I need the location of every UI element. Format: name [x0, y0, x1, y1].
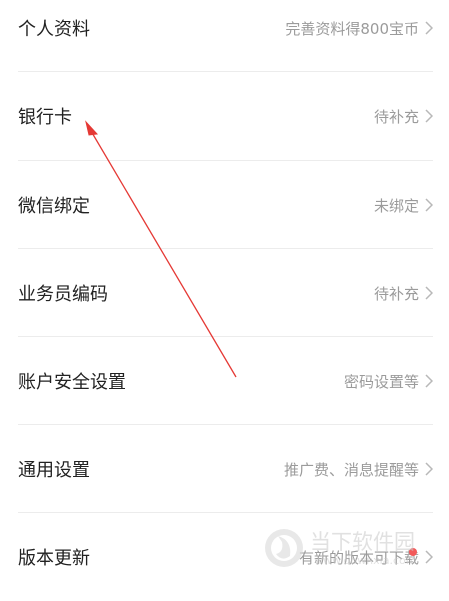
chevron-right-icon [425, 198, 433, 212]
update-badge-dot [409, 548, 417, 556]
chevron-right-icon [425, 462, 433, 476]
settings-item-value: 完善资料得800宝币 [285, 19, 419, 38]
settings-item-right: 待补充 [374, 72, 433, 160]
settings-item-value: 待补充 [373, 284, 419, 303]
chevron-right-icon [425, 109, 433, 123]
settings-item-label: 版本更新 [18, 548, 90, 569]
settings-item-account-security[interactable]: 账户安全设置 密码设置等 [0, 337, 449, 425]
settings-item-label: 微信绑定 [18, 196, 90, 217]
settings-item-value: 有新的版本可下载 [298, 548, 419, 567]
settings-item-label: 账户安全设置 [18, 372, 126, 393]
settings-item-value: 未绑定 [373, 196, 419, 215]
settings-item-general[interactable]: 通用设置 推广费、消息提醒等 [0, 425, 449, 513]
settings-item-label: 个人资料 [18, 19, 90, 40]
settings-item-right: 有新的版本可下载 [299, 513, 433, 601]
settings-item-right: 待补充 [374, 249, 433, 337]
settings-item-right: 密码设置等 [344, 337, 433, 425]
settings-item-value: 待补充 [373, 107, 419, 126]
settings-item-bank-card[interactable]: 银行卡 待补充 [0, 72, 449, 160]
settings-item-label: 业务员编码 [18, 284, 108, 305]
settings-item-value: 推广费、消息提醒等 [283, 460, 419, 479]
settings-item-wechat-binding[interactable]: 微信绑定 未绑定 [0, 161, 449, 249]
chevron-right-icon [425, 550, 433, 564]
settings-item-label: 银行卡 [18, 107, 72, 128]
settings-item-right: 推广费、消息提醒等 [284, 425, 433, 513]
chevron-right-icon [425, 21, 433, 35]
settings-item-profile[interactable]: 个人资料 完善资料得800宝币 [0, 0, 449, 72]
settings-item-right: 未绑定 [374, 161, 433, 249]
settings-item-salesperson-code[interactable]: 业务员编码 待补充 [0, 249, 449, 337]
chevron-right-icon [425, 286, 433, 300]
settings-item-version-update[interactable]: 版本更新 有新的版本可下载 [0, 513, 449, 601]
chevron-right-icon [425, 374, 433, 388]
settings-item-value: 密码设置等 [343, 372, 419, 391]
settings-item-right: 完善资料得800宝币 [285, 0, 433, 72]
settings-item-label: 通用设置 [18, 460, 90, 481]
